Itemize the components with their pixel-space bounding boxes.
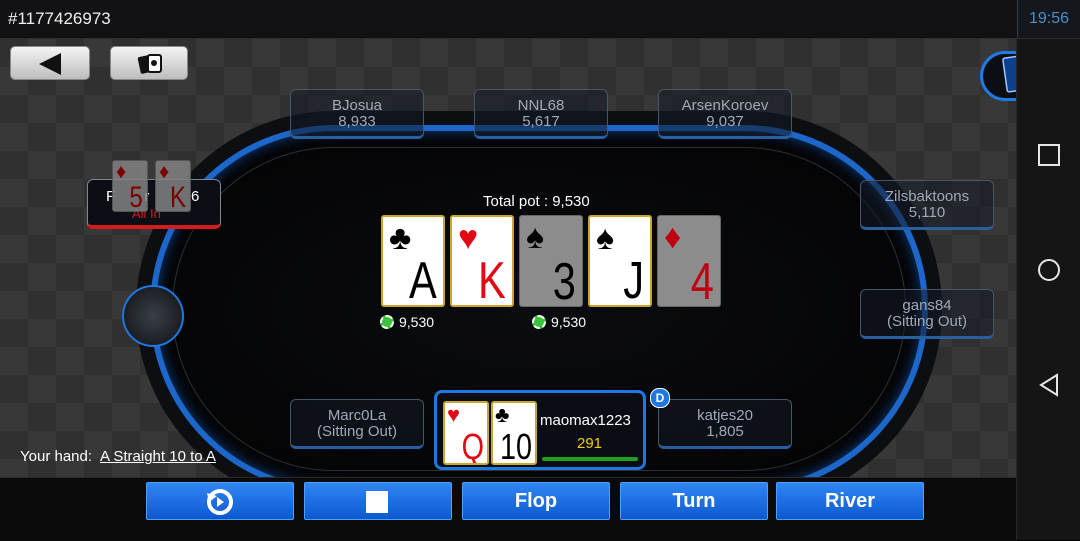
time-bar [542, 457, 638, 461]
club-icon: ♣ [389, 219, 412, 257]
board-card-2: ♥ K [450, 215, 514, 307]
pot-amount: 9,530 [399, 314, 435, 330]
diamond-icon: ♦ [664, 218, 682, 256]
hero-card-2: ♣ 10 [491, 401, 537, 465]
pot-chips-2: 9,530 [532, 314, 586, 330]
status-bar: #1177426973 19:56 [0, 0, 1080, 39]
chip-icon [532, 315, 546, 329]
seat-name: BJosua [331, 97, 383, 114]
spade-icon: ♠ [596, 219, 615, 257]
seat-marc0la[interactable]: Marc0La (Sitting Out) [290, 399, 424, 449]
game-area: BJosua 8,933 NNL68 5,617 ArsenKoroev 9,0… [0, 39, 1016, 477]
seat-chips: 5,110 [908, 204, 946, 221]
hero-seat[interactable]: ♥ Q ♣ 10 maomax1223 291 [434, 390, 646, 470]
board-card-5: ♦ 4 [657, 215, 721, 307]
cards-fan-icon [1002, 55, 1016, 93]
replay-controls: Flop Turn River [0, 477, 1016, 541]
android-nav-bar [1016, 39, 1080, 540]
stop-icon [366, 490, 388, 513]
card-rank: 3 [552, 253, 576, 307]
hero-chips: 291 [577, 435, 603, 452]
pot-amount: 9,530 [551, 314, 587, 330]
diamond-icon: ♦ [116, 161, 127, 183]
hand-label: Your hand: [20, 448, 93, 465]
seat-bjosua[interactable]: BJosua 8,933 [290, 89, 424, 139]
cards-icon [137, 54, 162, 74]
opponent-card: ♦ K [155, 160, 191, 212]
card-rank: K [169, 181, 186, 212]
seat-nnl68[interactable]: NNL68 5,617 [474, 89, 608, 139]
seat-name: Zilsbaktoons [884, 188, 970, 205]
total-pot: Total pot : 9,530 [483, 193, 590, 210]
hand-history-button[interactable] [110, 46, 188, 80]
club-icon: ♣ [495, 402, 510, 427]
empty-seat[interactable] [122, 285, 184, 347]
hand-id: #1177426973 [8, 9, 111, 28]
diamond-icon: ♦ [159, 161, 170, 183]
heart-icon: ♥ [447, 402, 461, 427]
seat-name: katjes20 [697, 407, 753, 424]
seat-allin-player[interactable]: F r 6 All In [87, 179, 221, 229]
seat-name: ArsenKoroev [681, 97, 769, 114]
seat-name: gans84 [902, 297, 952, 314]
dealer-button: D [650, 388, 670, 408]
home-icon[interactable] [1037, 258, 1061, 282]
river-button[interactable]: River [776, 482, 924, 520]
replay-button[interactable] [146, 482, 294, 520]
spade-icon: ♠ [526, 218, 545, 256]
hero-card-1: ♥ Q [443, 401, 489, 465]
card-rank: 4 [690, 253, 714, 307]
recents-icon[interactable] [1037, 143, 1061, 167]
stop-button[interactable] [304, 482, 452, 520]
turn-button[interactable]: Turn [620, 482, 768, 520]
seat-name: NNL68 [517, 97, 565, 114]
card-rank: 10 [499, 426, 532, 465]
card-rank: A [409, 252, 437, 307]
heart-icon: ♥ [458, 219, 479, 257]
board-card-3: ♠ 3 [519, 215, 583, 307]
board-card-1: ♣ A [381, 215, 445, 307]
seat-chips: 8,933 [338, 113, 376, 130]
card-rank: K [478, 252, 506, 307]
seat-chips: 1,805 [706, 423, 744, 440]
seat-chips: (Sitting Out) [316, 423, 398, 440]
hand-value-link[interactable]: A Straight 10 to A [100, 448, 216, 465]
pot-chips-1: 9,530 [380, 314, 434, 330]
seat-gans84[interactable]: gans84 (Sitting Out) [860, 289, 994, 339]
board-card-4: ♠ J [588, 215, 652, 307]
show-cards-button[interactable] [980, 51, 1016, 101]
seat-arsenkoroev[interactable]: ArsenKoroev 9,037 [658, 89, 792, 139]
seat-name: Marc0La [327, 407, 387, 424]
seat-chips: (Sitting Out) [886, 313, 968, 330]
back-button[interactable] [10, 46, 90, 80]
chip-icon [380, 315, 394, 329]
back-arrow-icon [39, 53, 61, 75]
opponent-card: ♦ 5 [112, 160, 148, 212]
seat-chips: 5,617 [522, 113, 560, 130]
seat-katjes20[interactable]: katjes20 1,805 [658, 399, 792, 449]
hand-description: Your hand: A Straight 10 to A [20, 448, 216, 465]
card-rank: J [623, 252, 644, 307]
clock: 19:56 [1017, 0, 1080, 38]
flop-button[interactable]: Flop [462, 482, 610, 520]
card-rank: Q [461, 426, 484, 465]
seat-zilsbaktoons[interactable]: Zilsbaktoons 5,110 [860, 180, 994, 230]
hero-name: maomax1223 [540, 412, 631, 429]
card-rank: 5 [129, 181, 143, 212]
replay-icon [207, 488, 233, 515]
seat-chips: 9,037 [706, 113, 744, 130]
back-nav-icon[interactable] [1037, 373, 1061, 397]
